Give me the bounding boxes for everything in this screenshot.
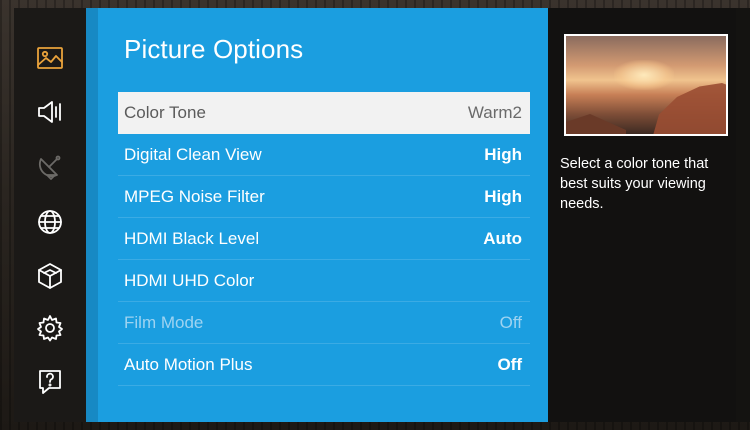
menu-item-value: Off	[499, 312, 522, 332]
smart-hub-icon	[38, 263, 62, 289]
menu-item-value: High	[484, 144, 522, 164]
broadcast-icon	[38, 155, 61, 180]
menu-item-label: HDMI UHD Color	[124, 270, 255, 290]
menu-item-label: Auto Motion Plus	[124, 354, 253, 374]
menu-item-hdmi-uhd-color[interactable]: HDMI UHD Color	[118, 260, 530, 302]
category-rail	[14, 8, 86, 422]
option-description: Select a color tone that best suits your…	[560, 156, 709, 212]
rail-item-system[interactable]	[14, 302, 86, 354]
menu-item-hdmi-black-level[interactable]: HDMI Black Level Auto	[118, 218, 530, 260]
menu-item-mpeg-noise-filter[interactable]: MPEG Noise Filter High	[118, 176, 530, 218]
rail-item-smart-hub[interactable]	[14, 250, 86, 302]
menu-item-label: Color Tone	[124, 102, 206, 122]
picture-icon	[37, 47, 63, 69]
rail-item-broadcast[interactable]	[14, 140, 86, 192]
rail-item-support[interactable]	[14, 356, 86, 408]
preview-image	[564, 34, 728, 136]
options-menu: Color Tone Warm2 Digital Clean View High…	[118, 92, 530, 386]
menu-item-film-mode: Film Mode Off	[118, 302, 530, 344]
menu-item-value: Auto	[483, 228, 522, 248]
menu-item-label: Digital Clean View	[124, 144, 262, 164]
preview-rock-left	[566, 114, 626, 134]
menu-item-value: Off	[497, 354, 522, 374]
menu-item-value: Warm2	[467, 102, 522, 122]
preview-sun	[614, 60, 674, 90]
picture-options-panel: Picture Options Color Tone Warm2 Digital…	[86, 8, 548, 422]
page-title: Picture Options	[124, 34, 304, 64]
network-icon	[38, 210, 62, 234]
rail-item-sound[interactable]	[14, 86, 86, 138]
rail-item-picture[interactable]	[14, 32, 86, 84]
menu-item-digital-clean-view[interactable]: Digital Clean View High	[118, 134, 530, 176]
menu-item-value: High	[484, 186, 522, 206]
gear-icon	[37, 315, 63, 342]
info-panel: Select a color tone that best suits your…	[548, 8, 736, 422]
support-icon	[39, 370, 61, 394]
rail-item-network[interactable]	[14, 196, 86, 248]
menu-item-color-tone[interactable]: Color Tone Warm2	[118, 92, 530, 134]
menu-item-label: Film Mode	[124, 312, 204, 332]
menu-item-label: MPEG Noise Filter	[124, 186, 265, 206]
menu-item-label: HDMI Black Level	[124, 228, 260, 248]
sound-icon	[38, 101, 61, 123]
menu-item-auto-motion-plus[interactable]: Auto Motion Plus Off	[118, 344, 530, 386]
